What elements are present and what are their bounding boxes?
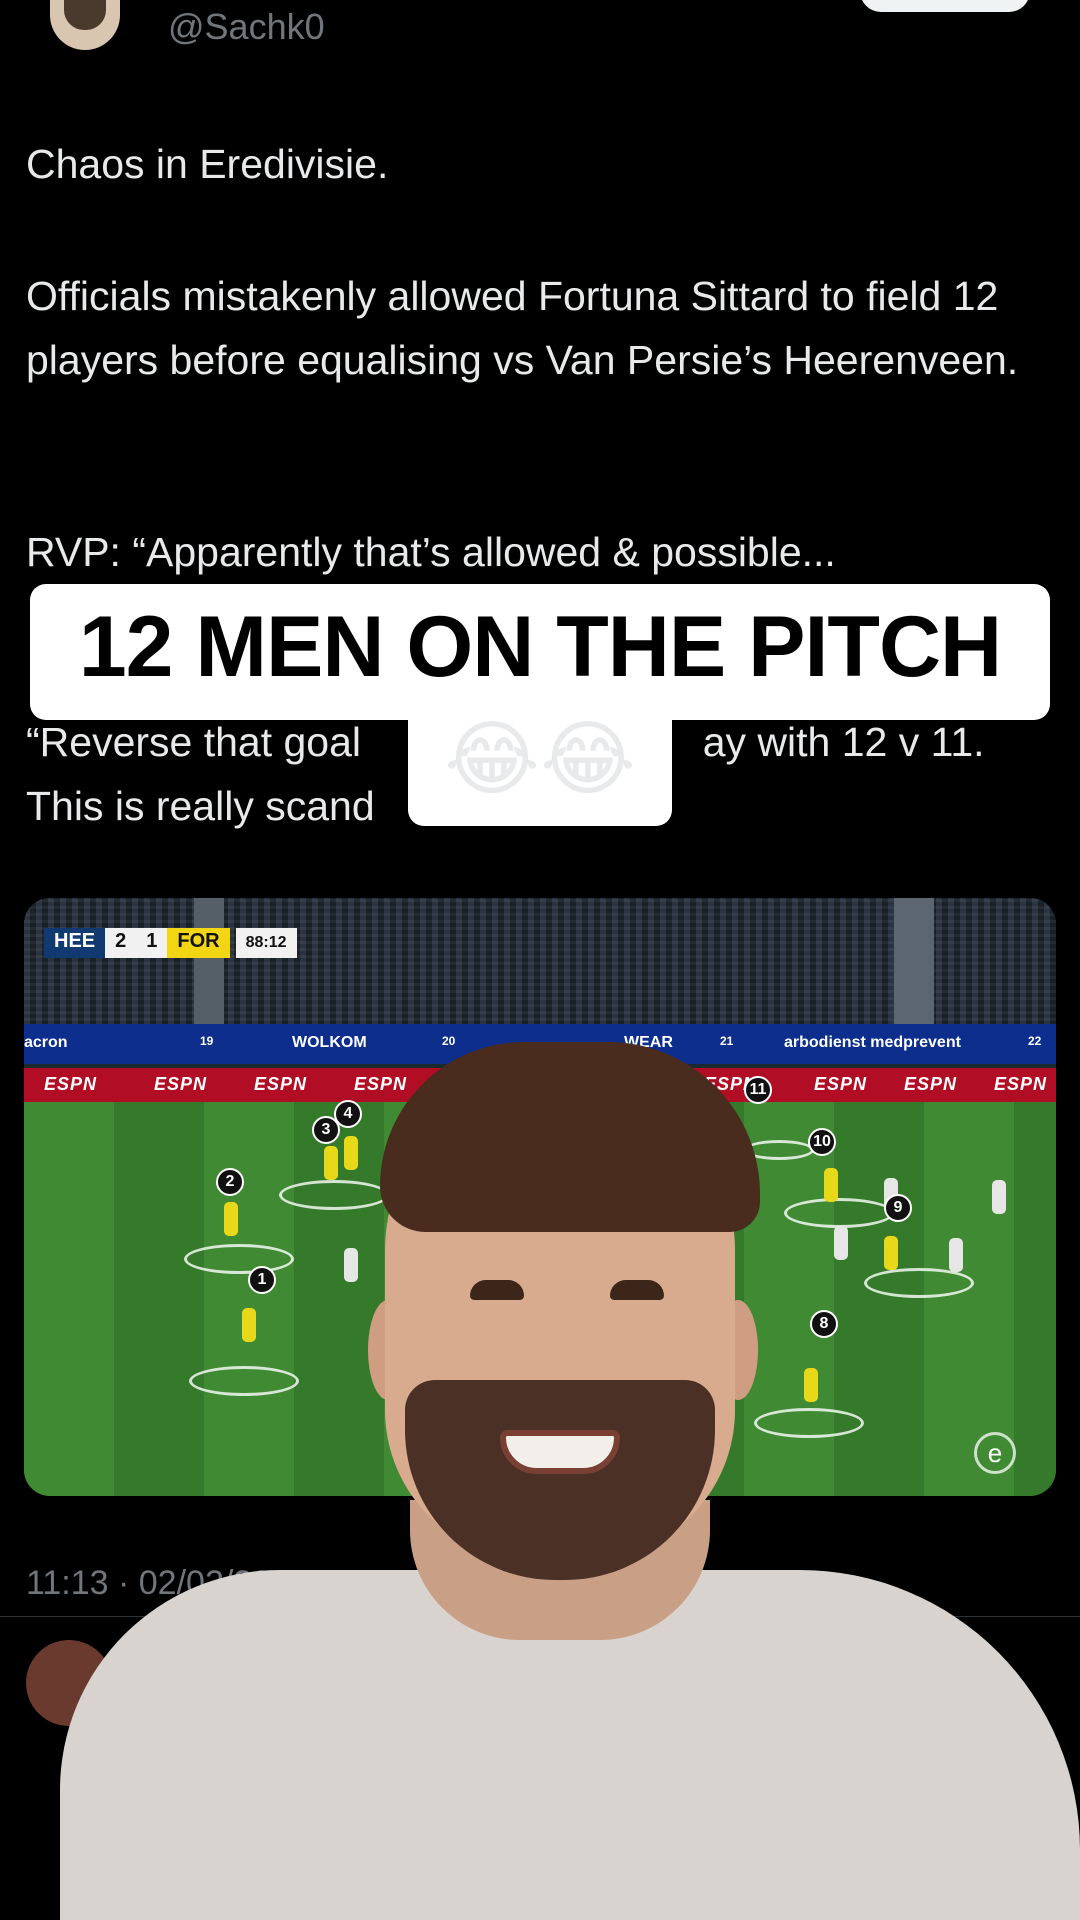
avatar-beard bbox=[64, 0, 106, 30]
away-score: 1 bbox=[136, 928, 168, 958]
tweet-paragraph-3: RVP: “Apparently that’s allowed & possib… bbox=[26, 529, 836, 575]
tweet-paragraph-1: Chaos in Eredivisie. bbox=[26, 141, 389, 187]
author-handle[interactable]: @Sachk0 bbox=[168, 6, 325, 48]
caption-title: 12 MEN ON THE PITCH bbox=[78, 599, 1002, 695]
creator-eye bbox=[610, 1280, 664, 1300]
caption-emoji: 😂😂 bbox=[444, 714, 636, 805]
match-clock: 88:12 bbox=[235, 928, 297, 958]
home-score: 2 bbox=[105, 928, 137, 958]
away-team: FOR bbox=[167, 928, 230, 958]
creator-mouth bbox=[500, 1430, 620, 1474]
home-team: HEE bbox=[44, 928, 106, 958]
stadium-stairs bbox=[894, 898, 934, 1028]
scorebug: HEE 2 1 FOR 88:12 bbox=[44, 928, 297, 958]
stadium-stairs bbox=[194, 898, 224, 1028]
tweet-paragraph-2: Officials mistakenly allowed Fortuna Sit… bbox=[26, 273, 1019, 383]
follow-button[interactable] bbox=[860, 0, 1030, 12]
creator-eye bbox=[470, 1280, 524, 1300]
author-avatar[interactable] bbox=[50, 0, 120, 50]
